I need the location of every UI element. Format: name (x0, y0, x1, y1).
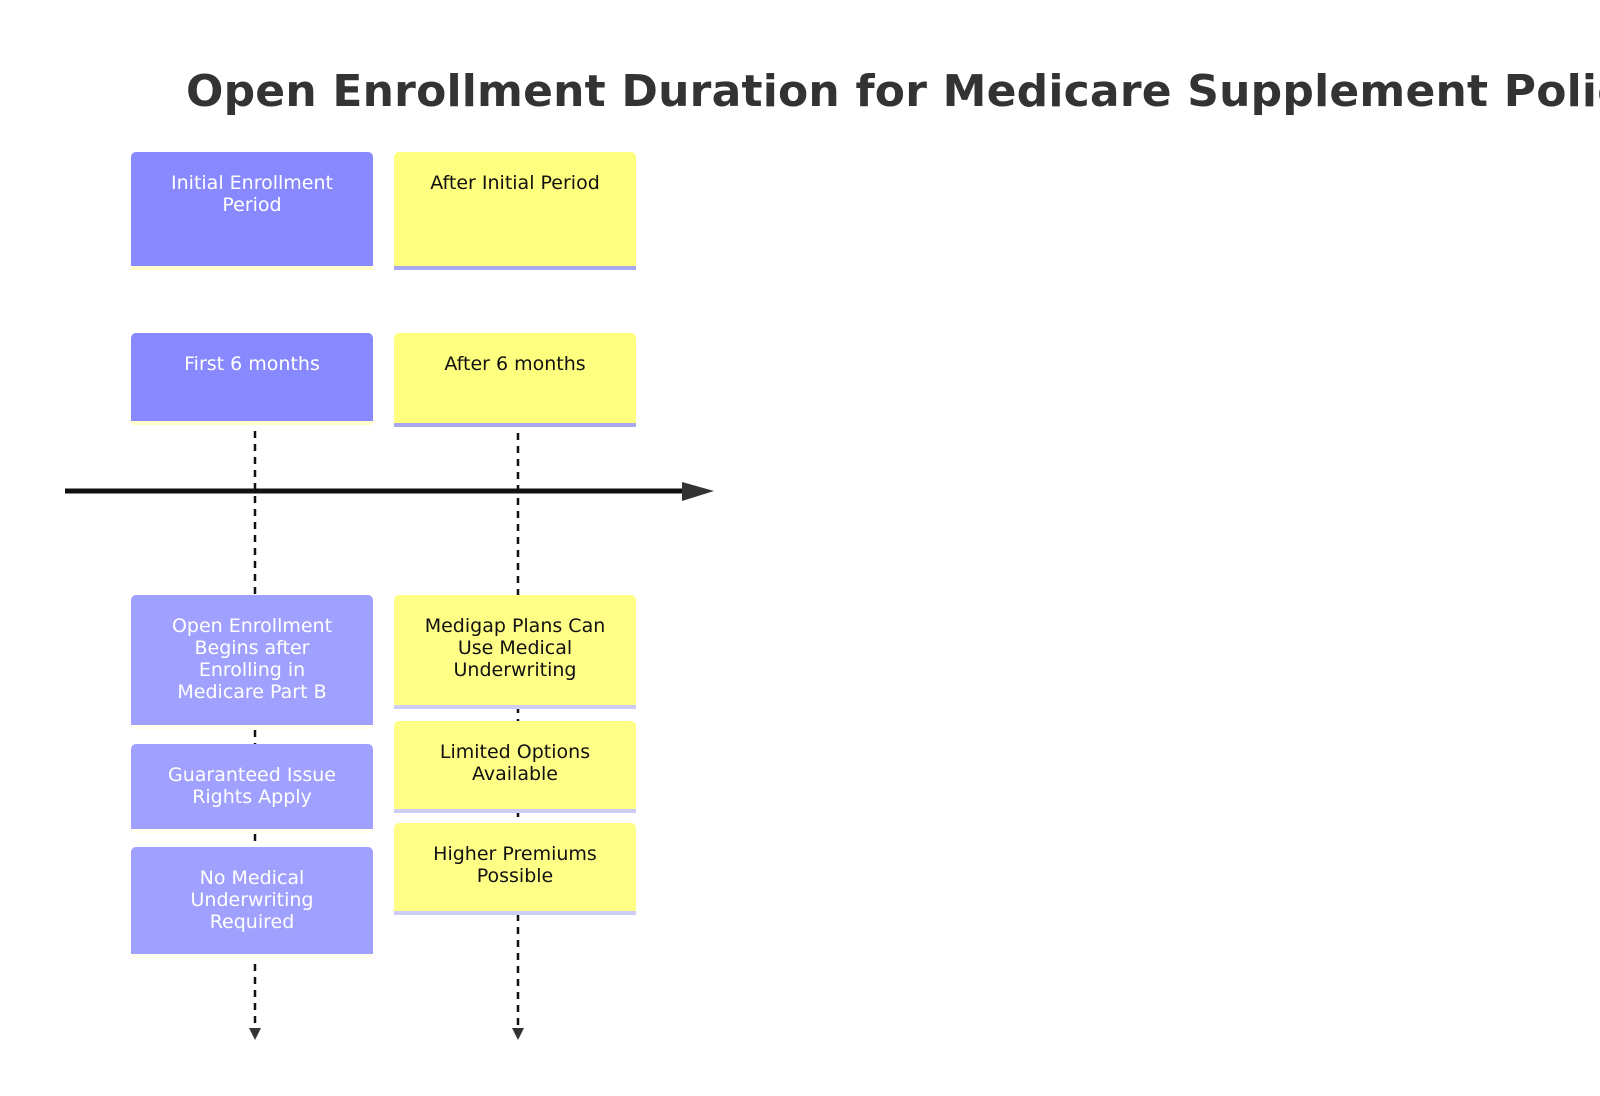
timeline-arrowhead-icon (682, 482, 714, 501)
period-label: After Initial Period (430, 172, 600, 194)
timeframe-after: After 6 months (394, 333, 636, 427)
event-label: Higher Premiums Possible (433, 843, 597, 887)
event-label: Guaranteed Issue Rights Apply (168, 764, 336, 808)
timeframe-initial: First 6 months (131, 333, 373, 425)
event-label: Limited Options Available (439, 741, 591, 785)
period-header-initial: Initial Enrollment Period (131, 152, 373, 270)
period-label: Initial Enrollment Period (171, 172, 333, 216)
event-label: Open Enrollment Begins after Enrolling i… (171, 615, 333, 703)
event-card: No Medical Underwriting Required (131, 847, 373, 958)
timeframe-label: After 6 months (444, 353, 586, 375)
arrowhead-left-icon (249, 1028, 261, 1040)
period-header-after: After Initial Period (394, 152, 636, 270)
arrowhead-right-icon (512, 1028, 524, 1040)
event-card: Limited Options Available (394, 721, 636, 813)
timeframe-label: First 6 months (184, 353, 320, 375)
event-label: Medigap Plans Can Use Medical Underwriti… (424, 615, 606, 681)
event-label: No Medical Underwriting Required (190, 867, 314, 933)
event-card: Medigap Plans Can Use Medical Underwriti… (394, 595, 636, 709)
event-card: Higher Premiums Possible (394, 823, 636, 915)
event-card: Open Enrollment Begins after Enrolling i… (131, 595, 373, 729)
event-card: Guaranteed Issue Rights Apply (131, 744, 373, 833)
